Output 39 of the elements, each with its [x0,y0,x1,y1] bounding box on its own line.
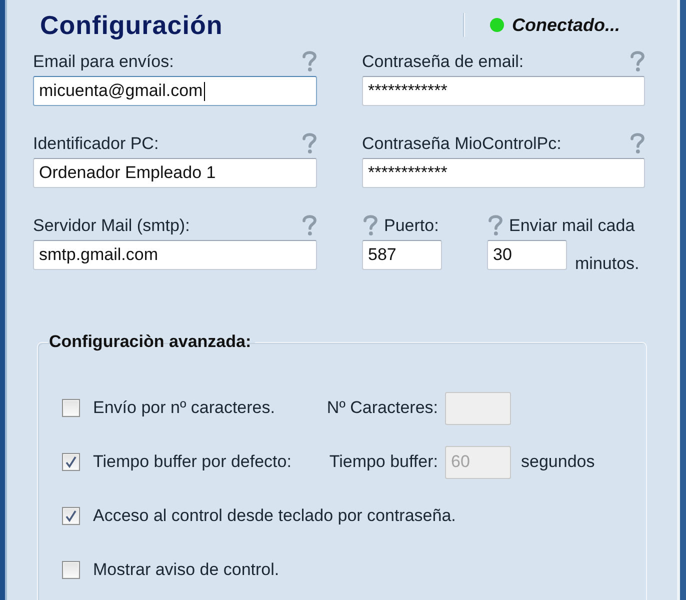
help-icon[interactable] [629,132,646,154]
help-icon[interactable] [301,50,318,72]
field-label: Contraseña de email: [362,52,524,72]
field-label: Contraseña MioControlPc: [362,134,562,154]
help-icon[interactable] [362,214,379,236]
input-field[interactable]: 30 [487,240,567,270]
input-field[interactable]: ************ [362,158,645,188]
checkbox[interactable] [62,507,80,525]
input-field[interactable]: 587 [362,240,442,270]
group-title: Configuraciòn avanzada: [48,332,252,352]
checkbox-label[interactable]: Envío por nº caracteres. [93,398,311,418]
checkbox-label[interactable]: Tiempo buffer por defecto: [93,452,311,472]
help-icon[interactable] [301,214,318,236]
setting-label: Nº Caracteres: [326,398,438,418]
checkbox[interactable] [62,399,80,417]
field-label: Puerto: [384,216,439,236]
help-icon[interactable] [629,50,646,72]
connection-status: Conectado... [512,14,620,36]
checkbox[interactable] [62,561,80,579]
input-field[interactable]: micuenta@gmail.com [33,76,317,106]
check-icon [65,456,77,468]
checkbox-label[interactable]: Mostrar aviso de control. [93,560,280,580]
checkbox-label[interactable]: Acceso al control desde teclado por contraseña. [93,506,456,526]
setting-label: Tiempo buffer: [328,452,438,472]
help-icon[interactable] [301,132,318,154]
field-label: Enviar mail cada [509,216,635,236]
field-label: Identificador PC: [33,134,159,154]
input-field[interactable]: smtp.gmail.com [33,240,317,270]
checkbox[interactable] [62,453,80,471]
check-icon [65,510,77,522]
input-field[interactable]: Ordenador Empleado 1 [33,158,317,188]
text-cursor-icon [204,82,205,100]
field-label: Servidor Mail (smtp): [33,216,190,236]
unit-label: minutos. [575,254,640,274]
field-label: Email para envíos: [33,52,174,72]
help-icon[interactable] [487,214,504,236]
unit-label: segundos [521,452,595,472]
input-field[interactable]: ************ [362,76,645,106]
window-title: Configuración [40,10,223,40]
